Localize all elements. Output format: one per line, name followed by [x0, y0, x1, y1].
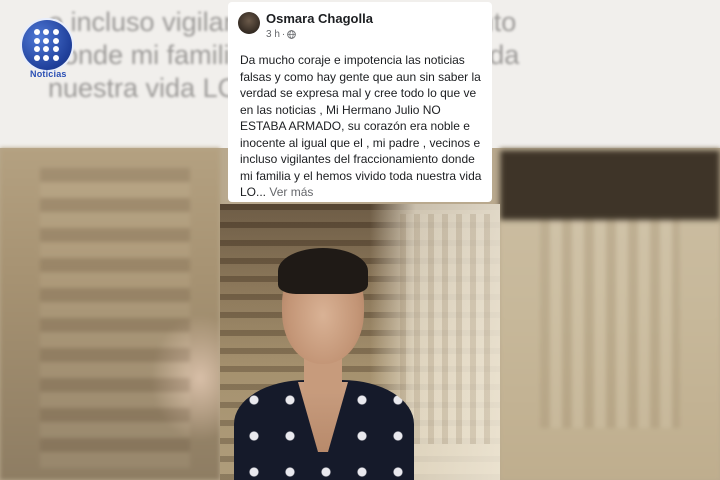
- post-author[interactable]: Osmara Chagolla: [266, 11, 373, 26]
- photo-carved-relief: [400, 214, 490, 444]
- post-body: Da mucho coraje e impotencia las noticia…: [240, 52, 488, 201]
- photo-person-hair: [278, 248, 368, 294]
- post-photo[interactable]: [220, 204, 500, 480]
- post-time[interactable]: 3 h: [266, 29, 280, 40]
- facebook-post-card: Osmara Chagolla 3 h · Da mucho coraje e …: [228, 2, 492, 202]
- avatar[interactable]: [238, 12, 260, 34]
- meta-separator: ·: [281, 29, 286, 40]
- news-logo-icon: [22, 20, 72, 70]
- background-blurred-photo-left: [0, 148, 220, 480]
- post-meta: 3 h ·: [266, 29, 297, 40]
- post-body-text: Da mucho coraje e impotencia las noticia…: [240, 53, 482, 199]
- globe-icon: [287, 30, 297, 39]
- background-dark-band: [500, 150, 720, 220]
- news-logo-label: Noticias: [30, 69, 67, 79]
- see-more-link[interactable]: Ver más: [269, 185, 313, 199]
